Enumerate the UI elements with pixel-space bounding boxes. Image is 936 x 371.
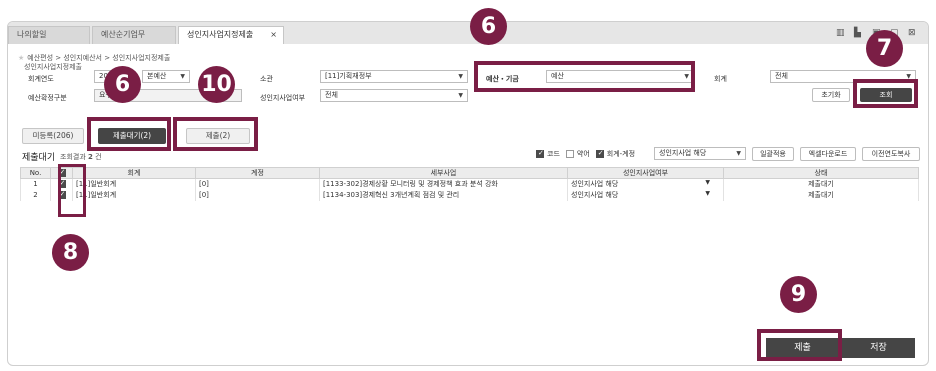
reset-button[interactable]: 초기화 bbox=[812, 88, 850, 102]
tab-label: 나의할일 bbox=[17, 30, 47, 39]
highlight-search bbox=[853, 79, 918, 108]
chevron-down-icon: ▼ bbox=[705, 190, 710, 197]
result-unit: 건 bbox=[95, 153, 102, 161]
budget-confirm-label: 예산확정구분 bbox=[28, 94, 67, 102]
close-window-icon[interactable]: ⊠ bbox=[908, 28, 918, 38]
grid-options: 코드 약어 회계-계정 bbox=[536, 149, 635, 159]
chevron-down-icon: ▼ bbox=[458, 92, 463, 99]
callout-badge: 6 bbox=[104, 66, 141, 103]
account-value: 전체 bbox=[775, 72, 788, 80]
result-count: 조회결과 2 건 bbox=[60, 152, 102, 162]
submission-grid: No. 회계 계정 세부사업 성인지사업여부 상태 1 [11]일반회계 [0]… bbox=[20, 167, 919, 201]
budget-type-select[interactable]: 본예산 ▼ bbox=[142, 70, 190, 83]
tab-label: 성인지사업지정제출 bbox=[187, 30, 254, 39]
col-no: No. bbox=[20, 167, 51, 179]
row-no: 1 bbox=[20, 178, 51, 190]
row-status: 제출대기 bbox=[723, 189, 919, 201]
bulk-gender-select[interactable]: 성인지사업 해당 ▼ bbox=[654, 147, 746, 160]
row-gender-value: 성인지사업 해당 bbox=[571, 191, 619, 199]
ministry-label: 소관 bbox=[260, 75, 273, 83]
close-icon[interactable]: × bbox=[270, 27, 277, 43]
tab-label: 예산순기업무 bbox=[101, 30, 146, 39]
row-item: [0] bbox=[195, 189, 320, 201]
row-gender-select[interactable]: 성인지사업 해당 ▼ bbox=[567, 189, 724, 201]
apply-all-button[interactable]: 일괄적용 bbox=[752, 147, 794, 161]
row-gender-value: 성인지사업 해당 bbox=[571, 180, 619, 189]
book-icon[interactable]: ▥ bbox=[836, 28, 846, 38]
gender-business-value: 전체 bbox=[325, 91, 338, 99]
abbr-label: 약어 bbox=[576, 150, 590, 158]
row-status: 제출대기 bbox=[723, 178, 919, 190]
callout-badge: 6 bbox=[470, 8, 507, 45]
budget-type-value: 본예산 bbox=[147, 72, 167, 80]
tab-budget-cycle[interactable]: 예산순기업무 bbox=[92, 26, 176, 44]
row-account: [11]일반회계 bbox=[72, 189, 196, 201]
chevron-down-icon: ▼ bbox=[180, 73, 185, 80]
highlight-pending-tab bbox=[87, 117, 171, 151]
callout-badge: 8 bbox=[52, 234, 89, 271]
favorite-star-icon[interactable]: ★ bbox=[18, 54, 24, 62]
chevron-down-icon: ▼ bbox=[458, 73, 463, 80]
account-item-label: 회계-계정 bbox=[606, 150, 636, 158]
account-label: 회계 bbox=[714, 75, 727, 83]
row-detail: [1134-303]경제혁신 3개년계획 점검 및 관리 bbox=[319, 189, 568, 201]
result-number: 2 bbox=[88, 153, 93, 161]
chevron-down-icon: ▼ bbox=[736, 150, 741, 157]
table-row[interactable]: 2 [11]일반회계 [0] [1134-303]경제혁신 3개년계획 점검 및… bbox=[20, 189, 919, 201]
col-account: 회계 bbox=[72, 167, 196, 179]
section-title: 제출대기 bbox=[22, 153, 56, 163]
col-status: 상태 bbox=[723, 167, 919, 179]
gender-business-label: 성인지사업여부 bbox=[260, 94, 306, 102]
ministry-select[interactable]: [11]기획재정부 ▼ bbox=[320, 70, 468, 83]
subtab-unregistered[interactable]: 미등록(206) bbox=[22, 128, 84, 144]
col-gender: 성인지사업여부 bbox=[567, 167, 724, 179]
row-item: [0] bbox=[195, 178, 320, 190]
save-button[interactable]: 저장 bbox=[842, 338, 915, 358]
chevron-down-icon: ▼ bbox=[705, 179, 710, 187]
grid-header: No. 회계 계정 세부사업 성인지사업여부 상태 bbox=[20, 167, 919, 179]
code-label: 코드 bbox=[547, 150, 560, 158]
tab-my-tasks[interactable]: 나의할일 bbox=[8, 26, 90, 44]
breadcrumb-text: 예산편성 > 성인지예산서 > 성인지사업지정제출 bbox=[27, 54, 171, 62]
highlight-budget-fund bbox=[474, 61, 695, 92]
document-icon[interactable]: ▙ bbox=[854, 28, 864, 38]
fiscal-year-label: 회계연도 bbox=[28, 75, 54, 83]
gender-business-select[interactable]: 전체 ▼ bbox=[320, 89, 468, 102]
col-detail: 세부사업 bbox=[319, 167, 568, 179]
app-window: 나의할일 예산순기업무 성인지사업지정제출 × ▥ ▙ ▣ ▢ ⊠ ★예산편성 … bbox=[7, 21, 929, 366]
page-title: 성인지사업지정제출 bbox=[24, 63, 82, 71]
bulk-select-value: 성인지사업 해당 bbox=[659, 149, 707, 157]
code-checkbox[interactable] bbox=[536, 149, 544, 158]
col-item: 계정 bbox=[195, 167, 320, 179]
ministry-value: [11]기획재정부 bbox=[325, 72, 372, 80]
row-no: 2 bbox=[20, 189, 51, 201]
highlight-submit bbox=[757, 329, 842, 361]
result-label: 조회결과 bbox=[60, 153, 86, 161]
row-detail: [1133-302]경제상황 모니터링 및 경제정책 효과 분석 강화 bbox=[319, 178, 568, 190]
callout-badge: 10 bbox=[198, 66, 235, 103]
highlight-submitted-tab bbox=[173, 117, 258, 151]
highlight-checkboxes bbox=[58, 164, 86, 217]
row-account: [11]일반회계 bbox=[72, 178, 196, 190]
row-gender-select[interactable]: 성인지사업 해당 ▼ bbox=[567, 178, 724, 190]
account-item-checkbox[interactable] bbox=[595, 149, 604, 158]
table-row[interactable]: 1 [11]일반회계 [0] [1133-302]경제상황 모니터링 및 경제정… bbox=[20, 178, 919, 190]
excel-download-button[interactable]: 엑셀다운로드 bbox=[800, 147, 856, 161]
tab-gender-business-submit[interactable]: 성인지사업지정제출 × bbox=[178, 26, 284, 44]
callout-badge: 9 bbox=[780, 276, 817, 313]
callout-badge: 7 bbox=[866, 30, 903, 67]
copy-prev-year-button[interactable]: 이전연도복사 bbox=[862, 147, 920, 161]
abbr-checkbox[interactable] bbox=[565, 150, 574, 158]
tab-bar: 나의할일 예산순기업무 성인지사업지정제출 × ▥ ▙ ▣ ▢ ⊠ bbox=[8, 22, 928, 44]
